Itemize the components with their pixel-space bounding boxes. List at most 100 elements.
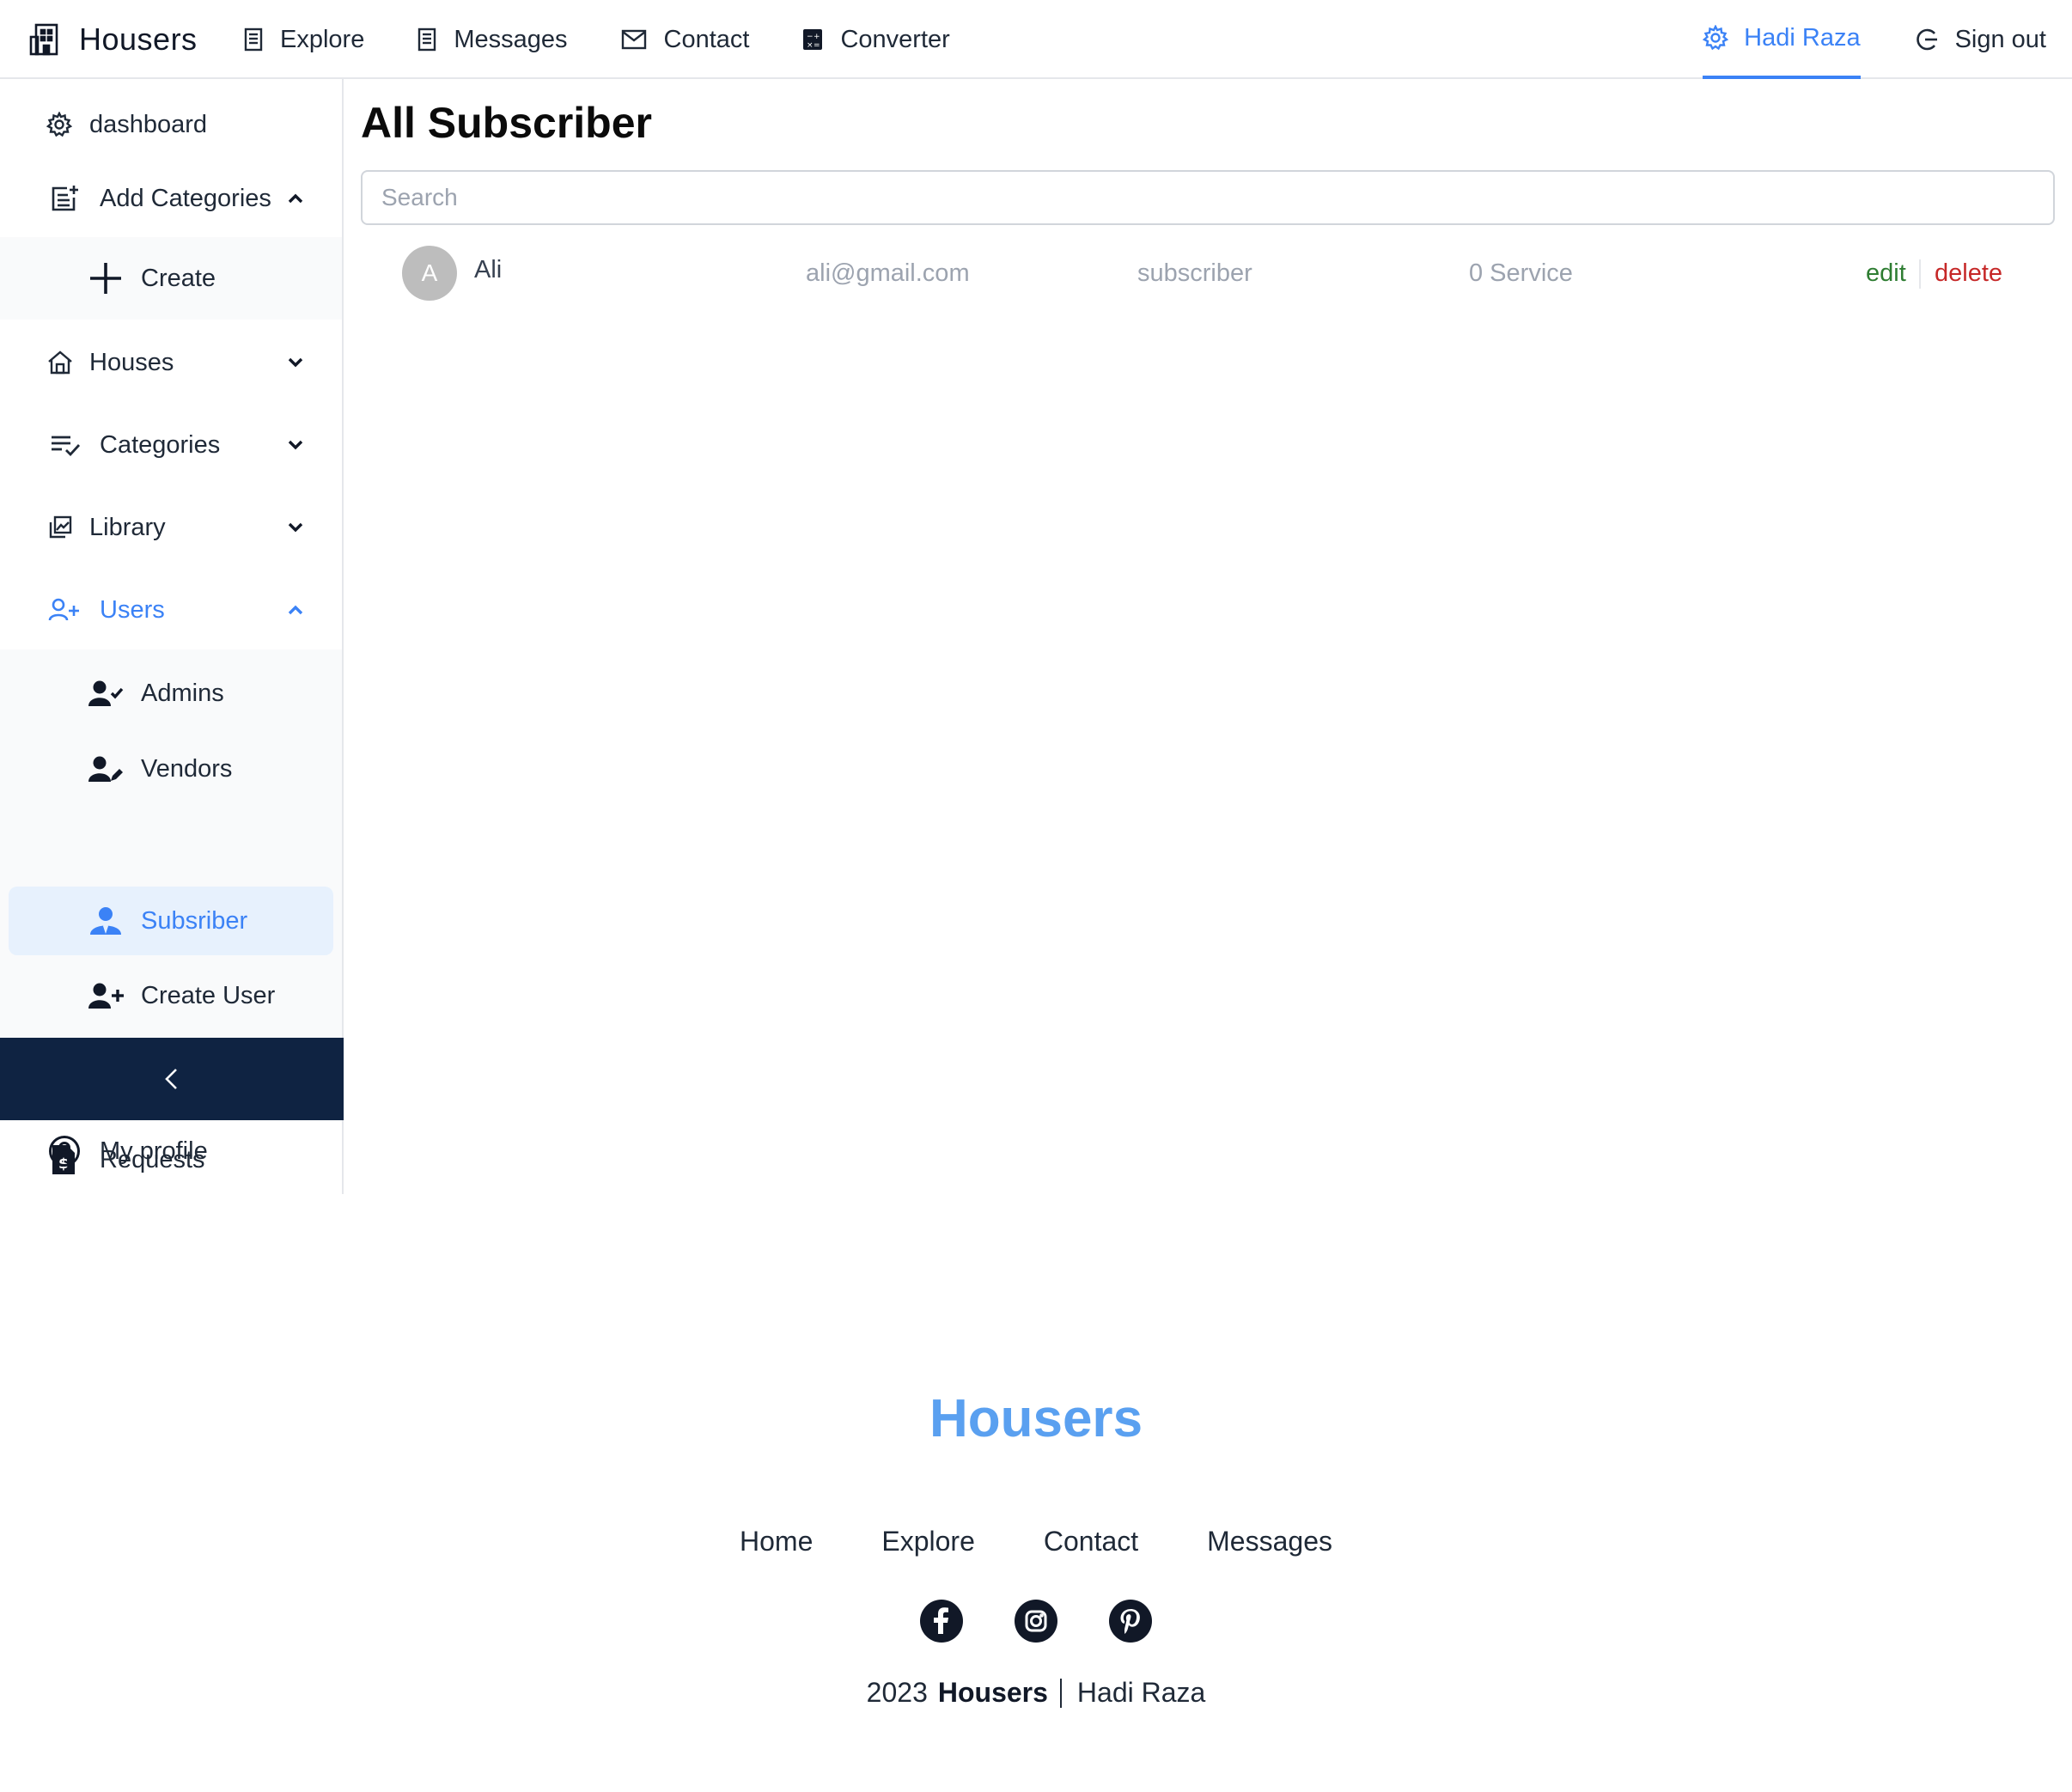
nav-converter-label: Converter <box>840 25 950 53</box>
nav-explore[interactable]: Explore <box>244 26 364 54</box>
building-icon <box>244 27 263 52</box>
top-navbar: Housers Explore Messages Contact − + × =… <box>0 0 2072 79</box>
main-nav: Explore Messages Contact − + × = Convert… <box>244 15 1003 64</box>
footer-link-explore[interactable]: Explore <box>881 1526 975 1557</box>
footer-copyright: 2023 Housers Hadi Raza <box>0 1677 2072 1709</box>
home-icon <box>46 350 74 375</box>
copyright-divider <box>1059 1678 1062 1708</box>
plus-icon <box>88 260 124 296</box>
footer-brand: Housers <box>929 1389 1143 1448</box>
checklist-icon <box>50 433 81 457</box>
sidebar-item-library[interactable]: Library <box>0 498 342 557</box>
sidebar-item-label: Create <box>141 264 216 292</box>
page-title: All Subscriber <box>361 99 652 147</box>
sidebar-item-vendors[interactable]: Vendors <box>0 734 342 804</box>
footer-social <box>0 1600 2072 1643</box>
user-plus-icon <box>88 982 124 1009</box>
sidebar-item-add-categories[interactable]: Add Categories <box>0 168 342 229</box>
photo-library-icon <box>48 515 72 539</box>
footer-link-messages[interactable]: Messages <box>1207 1526 1332 1557</box>
pinterest-icon[interactable] <box>1109 1600 1152 1643</box>
sidebar-item-label: Categories <box>100 430 221 459</box>
user-tie-icon <box>88 906 124 936</box>
user-check-icon <box>88 680 124 707</box>
edit-link[interactable]: edit <box>1866 259 1906 288</box>
building-icon <box>29 23 58 56</box>
sidebar-item-label: Admins <box>141 679 224 707</box>
chevron-down-icon <box>283 433 308 457</box>
sidebar-collapse-button[interactable] <box>0 1038 344 1120</box>
nav-explore-label: Explore <box>280 25 365 53</box>
user-name: Hadi Raza <box>1744 23 1861 52</box>
brand-name: Housers <box>79 21 198 57</box>
subscriber-email: ali@gmail.com <box>806 259 970 287</box>
mail-icon <box>621 29 647 50</box>
chevron-left-icon <box>161 1066 183 1092</box>
user-plus-icon <box>48 597 81 623</box>
sidebar-item-categories[interactable]: Categories <box>0 416 342 474</box>
sidebar-item-label: Users <box>100 595 165 624</box>
signout-link[interactable]: Sign out <box>1914 26 2046 54</box>
sidebar-item-label: Library <box>89 513 166 541</box>
chevron-down-icon <box>283 515 308 539</box>
subscriber-name: Ali <box>474 256 503 283</box>
footer-link-home[interactable]: Home <box>740 1526 813 1557</box>
sidebar-item-label: Houses <box>89 348 174 376</box>
sidebar-item-dashboard[interactable]: dashboard <box>0 98 342 151</box>
brand-link[interactable]: Housers <box>29 15 198 64</box>
nav-messages-label: Messages <box>454 25 568 53</box>
copyright-year: 2023 <box>866 1677 928 1708</box>
user-edit-icon <box>88 755 124 783</box>
svg-text:−: − <box>807 33 814 41</box>
calculator-icon: − + × = <box>802 28 823 51</box>
nav-contact[interactable]: Contact <box>621 25 750 54</box>
gear-icon <box>1703 25 1729 51</box>
avatar: A <box>402 246 457 301</box>
sidebar-item-label: Add Categories <box>100 184 271 212</box>
sidebar-item-label: Subsriber <box>141 906 248 935</box>
signout-icon <box>1914 27 1940 52</box>
nav-right: Hadi Raza Sign out <box>1703 0 2046 79</box>
sidebar-item-users[interactable]: Users <box>0 581 342 639</box>
sidebar-item-label: dashboard <box>89 110 208 138</box>
table-row: A Ali ali@gmail.com subscriber 0 Service… <box>361 241 2055 306</box>
sidebar-item-create-user[interactable]: Create User <box>0 960 342 1031</box>
sidebar-item-create[interactable]: Create <box>0 237 342 320</box>
sidebar-item-houses[interactable]: Houses <box>0 333 342 392</box>
nav-contact-label: Contact <box>663 25 750 53</box>
sidebar-item-admins[interactable]: Admins <box>0 658 342 728</box>
delete-link[interactable]: delete <box>1935 259 2002 288</box>
post-add-icon <box>50 184 79 213</box>
gear-icon <box>46 112 72 137</box>
svg-text:×: × <box>807 41 814 50</box>
sidebar-item-label: Vendors <box>141 754 233 783</box>
sidebar-item-my-profile[interactable]: My profile <box>0 1122 342 1180</box>
subscriber-services: 0 Service <box>1469 259 1573 287</box>
nav-messages[interactable]: Messages <box>417 25 568 54</box>
users-submenu: Admins Vendors Subsriber Create User <box>0 649 342 1038</box>
svg-text:+: + <box>814 33 820 41</box>
sidebar-item-label: Create User <box>141 981 276 1009</box>
svg-text:=: = <box>814 41 820 50</box>
chevron-up-icon <box>283 598 308 622</box>
search-input[interactable] <box>361 170 2055 225</box>
add-categories-submenu: Create <box>0 237 342 320</box>
action-divider <box>1919 259 1921 289</box>
chevron-down-icon <box>283 350 308 375</box>
sidebar-item-label: My profile <box>100 1137 208 1165</box>
chevron-up-icon <box>283 186 308 210</box>
copyright-brand: Housers <box>937 1677 1048 1708</box>
user-circle-icon <box>48 1135 81 1167</box>
user-menu-link[interactable]: Hadi Raza <box>1703 0 1861 79</box>
copyright-author: Hadi Raza <box>1076 1677 1206 1708</box>
nav-converter[interactable]: − + × = Converter <box>802 25 950 54</box>
facebook-icon[interactable] <box>920 1600 963 1643</box>
sidebar: dashboard Add Categories Create Houses C… <box>0 79 344 1194</box>
subscriber-role: subscriber <box>1137 259 1252 287</box>
instagram-icon[interactable] <box>1015 1600 1057 1643</box>
signout-label: Sign out <box>1954 25 2046 53</box>
sidebar-item-subscriber[interactable]: Subsriber <box>9 887 333 955</box>
footer-link-contact[interactable]: Contact <box>1044 1526 1138 1557</box>
footer-links: Home Explore Contact Messages <box>0 1526 2072 1557</box>
building-icon <box>417 27 436 52</box>
